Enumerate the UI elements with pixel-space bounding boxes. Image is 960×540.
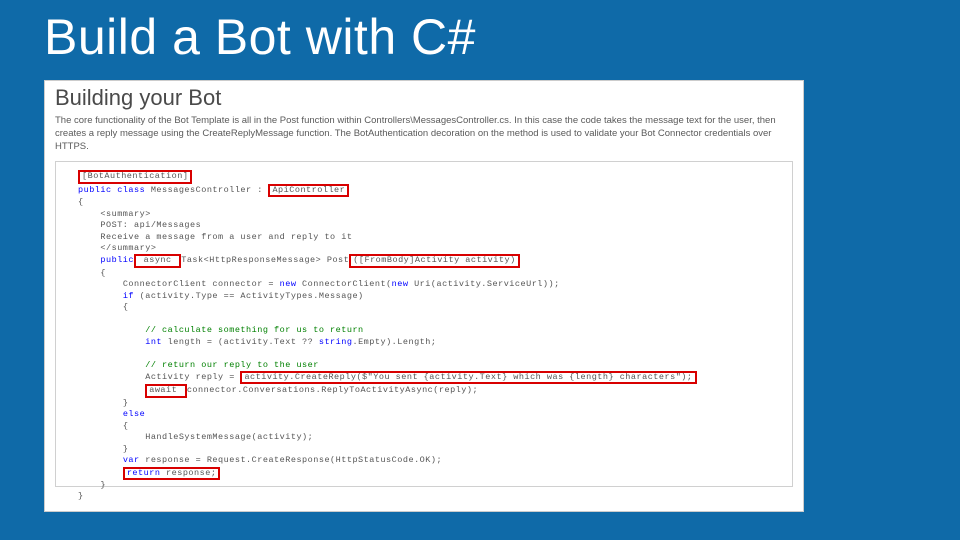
code-summary-text: Receive a message from a user and reply … [100, 232, 352, 242]
kw-await: await [149, 385, 183, 395]
kw-int: int [145, 337, 162, 347]
kw-public: public [100, 255, 134, 265]
code-connector3: Uri(activity.ServiceUrl)); [408, 279, 559, 289]
code-brace4: } [123, 398, 129, 408]
code-response: response = Request.CreateResponse(HttpSt… [140, 455, 442, 465]
content-panel: Building your Bot The core functionality… [44, 80, 804, 512]
code-createreply: activity.CreateReply($"You sent {activit… [244, 372, 692, 382]
code-reply-decl: Activity reply = [145, 372, 240, 382]
code-brace: { [78, 197, 84, 207]
code-classname: MessagesController : [145, 185, 268, 195]
code-brace8: } [78, 491, 84, 501]
code-connector: ConnectorClient connector = [123, 279, 280, 289]
highlight-return: return response; [123, 467, 221, 480]
code-botauth: [BotAuthentication] [82, 171, 188, 181]
code-length1: length = (activity.Text ?? [162, 337, 319, 347]
highlight-frombody: ([FromBody]Activity activity) [349, 254, 519, 267]
comment-return: // return our reply to the user [145, 360, 319, 370]
code: [BotAuthentication] public class Message… [78, 170, 750, 502]
slide: Build a Bot with C# Building your Bot Th… [0, 0, 960, 540]
code-brace7: } [100, 480, 106, 490]
panel-heading: Building your Bot [55, 85, 793, 111]
kw-return: return [127, 468, 161, 478]
code-brace2: { [100, 268, 106, 278]
code-summary-open: <summary> [100, 209, 150, 219]
code-frombody: ([FromBody]Activity activity) [353, 255, 515, 265]
kw-string: string [319, 337, 353, 347]
kw-new1: new [280, 279, 297, 289]
code-task-post: Task<HttpResponseMessage> Post [181, 255, 349, 265]
code-brace3: { [123, 302, 129, 312]
code-block: [BotAuthentication] public class Message… [55, 161, 793, 487]
kw-new2: new [392, 279, 409, 289]
comment-calc: // calculate something for us to return [145, 325, 363, 335]
kw-if: if [123, 291, 134, 301]
kw-var: var [123, 455, 140, 465]
highlight-await: await [145, 384, 187, 397]
code-length2: .Empty).Length; [352, 337, 436, 347]
code-return-resp: response; [160, 468, 216, 478]
panel-description: The core functionality of the Bot Templa… [55, 115, 793, 153]
code-replyasync: connector.Conversations.ReplyToActivityA… [187, 385, 478, 395]
kw-async: async [138, 255, 177, 265]
code-connector2: ConnectorClient( [296, 279, 391, 289]
code-summary-close: </summary> [100, 243, 156, 253]
code-handlesys: HandleSystemMessage(activity); [145, 432, 313, 442]
code-if-cond: (activity.Type == ActivityTypes.Message) [134, 291, 364, 301]
highlight-botauth: [BotAuthentication] [78, 170, 192, 183]
highlight-async: async [134, 254, 181, 267]
slide-title: Build a Bot with C# [44, 8, 476, 66]
highlight-apicontroller: ApiController [268, 184, 349, 197]
kw-public-class: public class [78, 185, 145, 195]
code-brace5: { [123, 421, 129, 431]
highlight-createreply: activity.CreateReply($"You sent {activit… [240, 371, 696, 384]
code-brace6: } [123, 444, 129, 454]
kw-else: else [123, 409, 145, 419]
code-apicontroller: ApiController [272, 185, 345, 195]
code-post-route: POST: api/Messages [100, 220, 201, 230]
